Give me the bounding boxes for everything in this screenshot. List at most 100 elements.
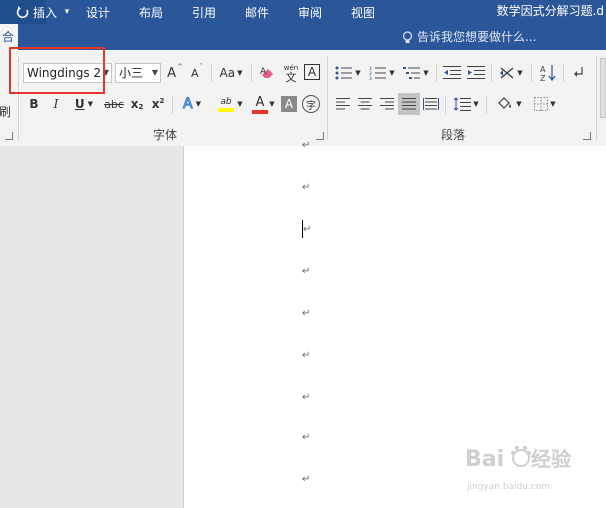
shrink-font-button[interactable]: Aˇ: [188, 63, 206, 83]
format-painter-partial[interactable]: 刷: [0, 102, 10, 120]
font-color-bar: [252, 109, 268, 114]
numbering-icon: 123: [369, 66, 387, 80]
tab-review[interactable]: 审阅: [298, 0, 322, 26]
numbering-button[interactable]: 123 ▼: [368, 62, 396, 84]
asian-layout-button[interactable]: ▼: [497, 62, 525, 84]
styles-gallery-partial[interactable]: [600, 58, 606, 118]
bullets-icon: [335, 66, 353, 80]
separator: [436, 64, 437, 82]
annotation-highlight-box: [9, 47, 105, 94]
subscript-button[interactable]: x2: [129, 94, 145, 114]
distributed-button[interactable]: [422, 94, 440, 114]
wen-char-icon: 文: [285, 71, 297, 84]
svg-text:A: A: [540, 65, 546, 74]
undo-icon: [16, 6, 29, 19]
change-case-button[interactable]: Aa ▼: [216, 63, 246, 83]
tab-view[interactable]: 视图: [351, 0, 375, 26]
separator: [563, 64, 564, 82]
bullets-button[interactable]: ▼: [334, 62, 362, 84]
text-effects-button[interactable]: A ▼: [178, 94, 206, 114]
paragraph-mark: ↵: [302, 140, 311, 151]
tab-design[interactable]: 设计: [86, 0, 110, 26]
font-size-box[interactable]: 小三 ▼: [115, 63, 161, 83]
chevron-down-icon: ▼: [195, 100, 201, 108]
eraser-icon: A: [260, 67, 273, 78]
separator: [211, 64, 212, 82]
multilevel-list-icon: [403, 67, 421, 79]
align-right-button[interactable]: [378, 94, 396, 114]
chevron-down-icon[interactable]: ▼: [268, 98, 276, 110]
paragraph-mark: ↵: [302, 350, 311, 361]
tab-layout[interactable]: 布局: [139, 0, 163, 26]
paragraph-shading-button[interactable]: ▼: [493, 93, 525, 115]
strikethrough-button[interactable]: abc: [102, 94, 126, 114]
paragraph-mark: ↵: [302, 182, 311, 193]
paragraph-mark: ↵: [303, 224, 312, 235]
borders-button[interactable]: ▼: [530, 93, 560, 115]
character-shading-button[interactable]: A: [281, 96, 297, 112]
align-right-icon: [380, 98, 394, 110]
bold-button[interactable]: B: [26, 94, 42, 114]
align-center-button[interactable]: [356, 94, 374, 114]
chevron-down-icon: ▼: [389, 69, 395, 77]
align-left-icon: [336, 98, 350, 110]
document-title: 数学因式分解习题.d: [496, 4, 604, 18]
svg-text:Bai: Bai: [465, 447, 504, 472]
line-spacing-icon: [453, 97, 472, 111]
chevron-down-icon: ▼: [473, 100, 479, 108]
tab-references[interactable]: 引用: [192, 0, 216, 26]
grow-font-button[interactable]: A ^: [166, 63, 184, 83]
align-center-icon: [358, 98, 372, 110]
quick-access-dropdown[interactable]: ▾: [60, 0, 74, 24]
text-cursor: [302, 220, 303, 238]
increase-indent-button[interactable]: [466, 62, 486, 84]
decrease-indent-button[interactable]: [442, 62, 462, 84]
underline-button[interactable]: U ▼: [71, 94, 97, 114]
sort-button[interactable]: AZ: [537, 62, 559, 84]
chevron-down-icon[interactable]: ▼: [236, 98, 244, 110]
tell-me-search[interactable]: 告诉我您想要做什么...: [402, 24, 536, 50]
justify-button[interactable]: [398, 93, 420, 115]
increase-indent-icon: [467, 66, 485, 79]
svg-text:Z: Z: [540, 74, 546, 82]
caret-down-icon: ˇ: [199, 63, 204, 71]
character-border-button[interactable]: A: [304, 64, 320, 80]
tab-mailings[interactable]: 邮件: [245, 0, 269, 26]
superscript-button[interactable]: x2: [150, 94, 166, 114]
svg-text:A: A: [260, 67, 267, 77]
show-formatting-marks-button[interactable]: [570, 62, 588, 84]
group-separator: [596, 56, 597, 140]
justify-icon: [402, 98, 416, 110]
font-size-value: 小三: [119, 66, 144, 80]
watermark-url: jingyan.baidu.com: [467, 482, 551, 492]
font-dialog-launcher-icon[interactable]: [316, 132, 324, 140]
separator: [172, 96, 173, 114]
tab-insert[interactable]: 插入: [33, 0, 57, 26]
phonetic-guide-button[interactable]: wén 文: [281, 61, 301, 85]
tell-me-text: 告诉我您想要做什么...: [417, 30, 537, 44]
chevron-down-icon: ▼: [151, 68, 158, 77]
sort-icon: AZ: [540, 65, 556, 82]
align-left-button[interactable]: [334, 94, 352, 114]
paragraph-mark: ↵: [302, 474, 311, 485]
italic-button[interactable]: I: [48, 94, 64, 114]
distributed-icon: [423, 98, 439, 110]
chevron-down-icon: ▼: [550, 100, 556, 108]
clear-formatting-button[interactable]: A: [258, 63, 278, 83]
enclose-characters-button[interactable]: 字: [302, 95, 320, 113]
highlight-color-bar: [218, 108, 234, 112]
caret-up-icon: ^: [177, 63, 183, 71]
chevron-down-icon: ▼: [423, 69, 429, 77]
separator: [531, 64, 532, 82]
separator: [445, 96, 446, 114]
paragraph-dialog-launcher-icon[interactable]: [583, 132, 591, 140]
paragraph-mark: ↵: [302, 308, 311, 319]
document-left-margin: [0, 146, 184, 508]
svg-text:3: 3: [369, 76, 372, 80]
baidu-watermark: Bai 经验 jingyan.baidu.com: [465, 438, 585, 492]
line-spacing-button[interactable]: ▼: [451, 93, 481, 115]
clipboard-launcher-icon[interactable]: [5, 132, 13, 140]
chevron-down-icon: ▼: [516, 100, 522, 108]
font-group-label: 字体: [153, 128, 178, 142]
multilevel-list-button[interactable]: ▼: [402, 62, 430, 84]
